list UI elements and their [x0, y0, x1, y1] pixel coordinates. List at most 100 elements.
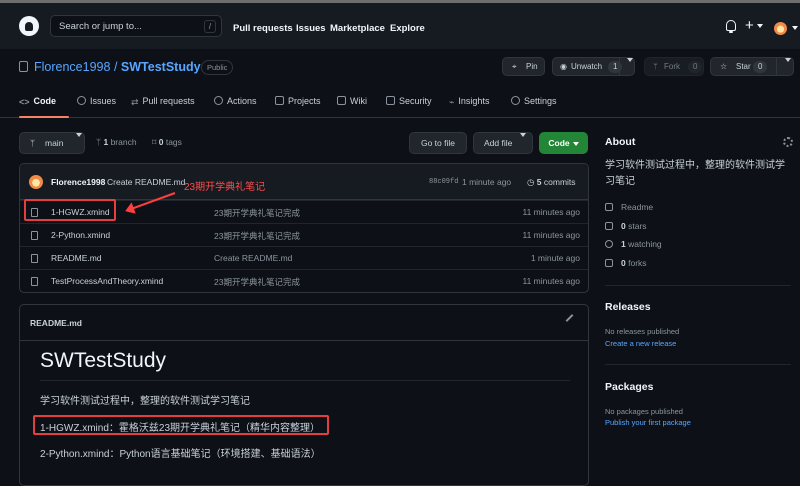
- annotation-label: 23期开学典礼笔记: [184, 182, 266, 193]
- tab-code-label: Code: [33, 96, 57, 106]
- watch-count: 1: [608, 61, 623, 73]
- code-button-label: Code: [548, 138, 570, 148]
- tab-actions[interactable]: Actions: [214, 96, 257, 106]
- chevron-down-icon: [520, 133, 526, 137]
- history-icon: ◷: [527, 177, 537, 187]
- branches-link[interactable]: ᛘ 1 branch: [96, 137, 137, 147]
- chevron-down-icon: [572, 141, 579, 146]
- unwatch-chevron-down-icon[interactable]: [627, 58, 633, 62]
- search-input[interactable]: Search or jump to... /: [50, 15, 222, 37]
- slash-shortcut-badge: /: [204, 20, 216, 33]
- branch-label: branch: [110, 137, 137, 147]
- file-row[interactable]: README.md Create README.md 1 minute ago: [20, 246, 588, 269]
- tab-code[interactable]: <> Code: [19, 96, 56, 107]
- pin-button[interactable]: ⌖ Pin: [502, 57, 545, 76]
- file-commit-message[interactable]: 23期开学典礼笔记完成: [214, 276, 300, 288]
- file-row[interactable]: TestProcessAndTheory.xmind 23期开学典礼笔记完成 1…: [20, 269, 588, 292]
- commit-author-avatar[interactable]: [29, 175, 43, 189]
- avatar-menu-chevron-icon[interactable]: [792, 26, 798, 30]
- publish-package-link[interactable]: Publish your first package: [605, 418, 691, 427]
- eye-icon: [605, 240, 613, 248]
- file-highlight-box: [24, 199, 116, 221]
- chevron-down-icon: [756, 24, 763, 29]
- nav-marketplace[interactable]: Marketplace: [330, 23, 385, 34]
- github-logo-icon[interactable]: [19, 16, 39, 36]
- about-description: 学习软件测试过程中，整理的软件测试学习笔记: [605, 160, 785, 187]
- repository-icon: [19, 61, 28, 72]
- eye-icon: ◉: [560, 62, 567, 71]
- packages-title[interactable]: Packages: [605, 381, 653, 393]
- tab-insights[interactable]: ⌁ Insights: [449, 96, 489, 108]
- avatar-icon[interactable]: [774, 22, 787, 35]
- tag-label: tags: [165, 137, 182, 147]
- file-row[interactable]: 2-Python.xmind 23期开学典礼笔记完成 11 minutes ag…: [20, 223, 588, 246]
- create-release-link[interactable]: Create a new release: [605, 339, 676, 348]
- commit-history-link[interactable]: ◷ 5 commits: [527, 177, 576, 188]
- nav-pull-requests[interactable]: Pull requests: [233, 23, 293, 34]
- branch-count: 1: [103, 137, 109, 147]
- star-button[interactable]: ☆ Star 0: [710, 57, 794, 76]
- star-chevron-down-icon[interactable]: [785, 58, 791, 62]
- tab-actions-label: Actions: [227, 96, 257, 106]
- file-icon: [31, 277, 38, 286]
- tab-projects-label: Projects: [288, 96, 321, 106]
- tab-security-label: Security: [399, 96, 432, 106]
- watchers-link[interactable]: 1 watching: [605, 239, 662, 249]
- about-title: About: [605, 136, 636, 148]
- stars-count: 0: [621, 221, 626, 231]
- fork-icon: ᛘ: [653, 62, 658, 71]
- file-commit-message[interactable]: 23期开学典礼笔记完成: [214, 207, 300, 219]
- releases-title[interactable]: Releases: [605, 301, 651, 313]
- forks-link[interactable]: 0 forks: [605, 258, 647, 268]
- commit-count-label: commits: [543, 177, 576, 187]
- file-name[interactable]: README.md: [51, 253, 102, 263]
- repository-owner-link[interactable]: Florence1998: [34, 60, 110, 74]
- tab-settings[interactable]: Settings: [511, 96, 557, 106]
- repository-name-link[interactable]: SWTestStudy: [121, 60, 201, 74]
- code-button[interactable]: Code: [539, 132, 588, 154]
- button-divider: [776, 58, 777, 75]
- bell-icon[interactable]: [726, 20, 736, 33]
- nav-issues[interactable]: Issues: [296, 23, 326, 34]
- readme-link[interactable]: Readme: [605, 202, 653, 212]
- tab-security[interactable]: Security: [386, 96, 432, 106]
- star-icon: [605, 222, 613, 230]
- file-name[interactable]: TestProcessAndTheory.xmind: [51, 276, 163, 286]
- commit-author[interactable]: Florence1998: [51, 177, 105, 187]
- create-new-menu[interactable]: +: [745, 18, 763, 33]
- file-name[interactable]: 2-Python.xmind: [51, 230, 110, 240]
- readme-highlight-box: [33, 415, 329, 435]
- gear-icon[interactable]: [783, 137, 793, 147]
- go-to-file-button[interactable]: Go to file: [409, 132, 467, 154]
- tags-link[interactable]: ⌑ 0 tags: [152, 137, 182, 148]
- tab-issues[interactable]: Issues: [77, 96, 116, 106]
- global-header: Search or jump to... / Pull requests Iss…: [0, 3, 800, 49]
- active-tab-indicator: [19, 116, 69, 118]
- readme-filename: README.md: [30, 318, 82, 328]
- commit-count: 5: [536, 177, 542, 187]
- branch-selector[interactable]: ᛘ main: [19, 132, 85, 154]
- pencil-icon[interactable]: [565, 314, 574, 322]
- graph-icon: ⌁: [449, 97, 455, 107]
- readme-header: README.md: [20, 305, 588, 341]
- fork-count: 0: [688, 61, 703, 73]
- tab-wiki-label: Wiki: [350, 96, 367, 106]
- commit-hash[interactable]: 88c09fd: [429, 178, 458, 186]
- repository-tabs: <> Code Issues ⇄ Pull requests Actions Pro…: [0, 86, 800, 118]
- tab-projects[interactable]: Projects: [275, 96, 321, 106]
- star-icon: ☆: [720, 62, 728, 71]
- fork-button[interactable]: ᛘ Fork 0: [644, 57, 704, 76]
- commit-message[interactable]: Create README.md: [107, 177, 185, 187]
- tab-settings-label: Settings: [524, 96, 557, 106]
- tab-wiki[interactable]: Wiki: [337, 96, 367, 106]
- nav-explore[interactable]: Explore: [390, 23, 425, 34]
- file-commit-message[interactable]: Create README.md: [214, 253, 292, 263]
- unwatch-button[interactable]: ◉ Unwatch 1: [552, 57, 635, 76]
- tab-pull-requests[interactable]: ⇄ Pull requests: [131, 96, 195, 108]
- latest-commit: Florence1998 Create README.md 88c09fd 1 …: [20, 164, 588, 200]
- file-commit-message[interactable]: 23期开学典礼笔记完成: [214, 230, 300, 242]
- packages-empty-text: No packages published: [605, 407, 683, 416]
- tab-insights-label: Insights: [458, 96, 490, 106]
- stars-link[interactable]: 0 stars: [605, 221, 647, 231]
- add-file-button[interactable]: Add file: [473, 132, 533, 154]
